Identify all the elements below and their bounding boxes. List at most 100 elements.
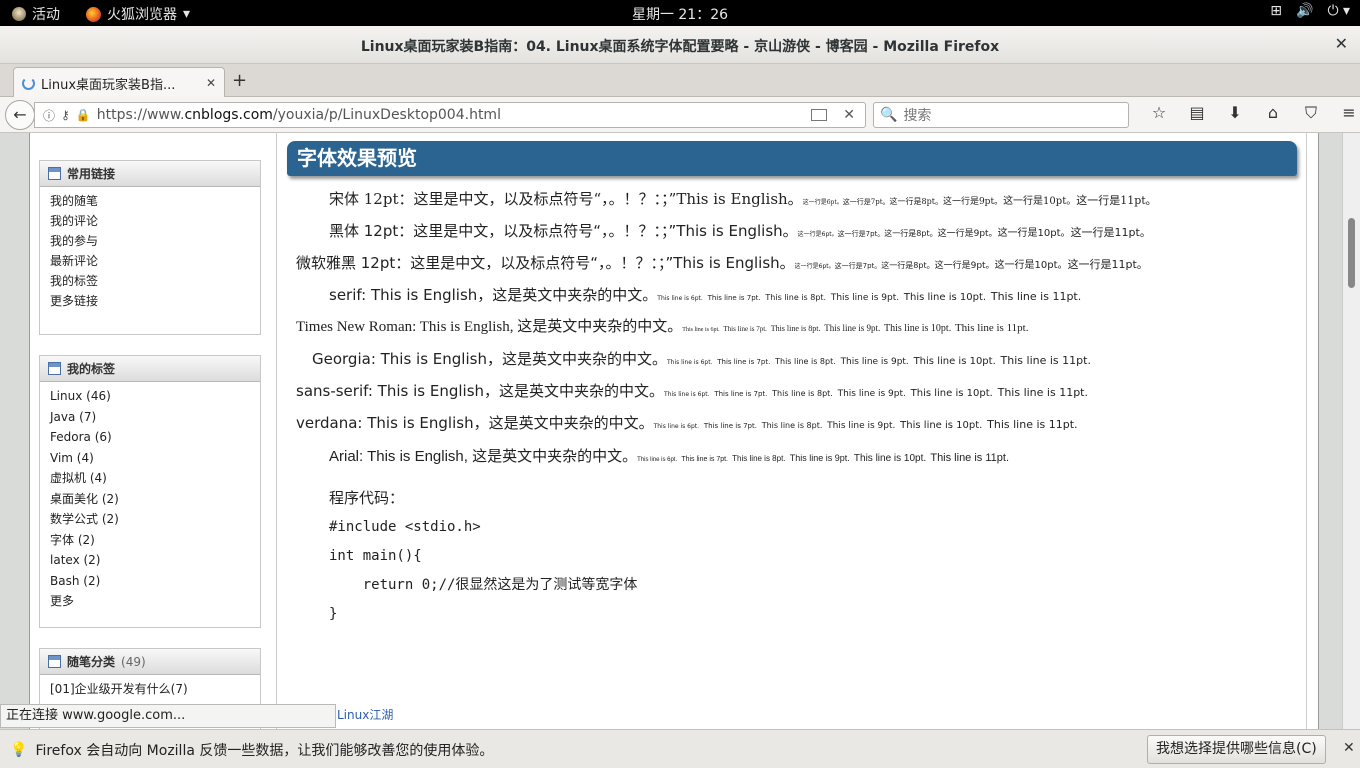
window-title-bar: Linux桌面玩家装B指南：04. Linux桌面系统字体配置要略 - 京山游侠…	[0, 26, 1360, 64]
sidebar-link[interactable]: 最新评论	[50, 251, 250, 271]
network-icon[interactable]: ⊞	[1270, 3, 1282, 19]
tag-link[interactable]: Java (7)	[50, 407, 250, 428]
size-9pt: This line is 9pt.	[837, 389, 906, 399]
size-8pt: 这一行是8pt。	[881, 261, 935, 270]
info-icon[interactable]: ⓘ	[43, 107, 55, 124]
tag-link[interactable]: Vim (4)	[50, 448, 250, 469]
notification-message: Firefox 会自动向 Mozilla 反馈一些数据，让我们能够改善您的使用体…	[35, 743, 494, 759]
size-7pt: 这一行是7pt。	[837, 230, 885, 238]
size-11pt: 这一行是11pt。	[1067, 258, 1148, 271]
size-6pt: This line is 6pt.	[653, 423, 700, 430]
sidebar-link[interactable]: 我的参与	[50, 231, 250, 251]
tag-link[interactable]: latex (2)	[50, 550, 250, 571]
size-11pt: This line is 11pt.	[987, 418, 1078, 431]
url-text[interactable]: https://www.cnblogs.com/youxia/p/LinuxDe…	[97, 107, 806, 123]
activities-label: 活动	[32, 7, 60, 23]
size-6pt: This line is 6pt.	[664, 391, 710, 398]
notification-close-icon[interactable]: ✕	[1343, 740, 1355, 756]
tag-more-link[interactable]: 更多	[50, 591, 250, 612]
preview-text: 微软雅黑 12pt：这里是中文，以及标点符号“，。！？：；”This is En…	[296, 254, 795, 272]
tag-link[interactable]: 虚拟机 (4)	[50, 468, 250, 489]
sidebar-link[interactable]: 我的随笔	[50, 191, 250, 211]
preview-text: Arial: This is English, 这是英文中夹杂的中文。	[329, 448, 638, 465]
bookmark-star-icon[interactable]: ☆	[1140, 103, 1178, 123]
code-line: #include <stdio.h>	[329, 519, 481, 535]
calendar-icon	[48, 362, 61, 375]
page-gutter-right	[1318, 133, 1342, 729]
sidebar-links-box: 常用链接 我的随笔 我的评论 我的参与 最新评论 我的标签 更多链接	[39, 160, 261, 335]
calendar-icon	[48, 167, 61, 180]
pocket-icon[interactable]: ⛉	[1292, 103, 1330, 123]
sidebar-link[interactable]: 更多链接	[50, 291, 250, 311]
back-button[interactable]: ←	[5, 100, 35, 130]
size-10pt: This line is 10pt.	[903, 292, 987, 303]
app-menu[interactable]: 火狐浏览器 ▾	[86, 4, 190, 24]
home-icon[interactable]: ⌂	[1254, 103, 1292, 123]
lightbulb-icon: 💡	[10, 742, 28, 758]
system-tray[interactable]: ⊞ 🔊 ⏻ ▾	[1270, 3, 1350, 19]
loading-spinner-icon	[22, 76, 35, 90]
tag-link[interactable]: Bash (2)	[50, 571, 250, 592]
scrollbar-thumb[interactable]	[1348, 218, 1355, 288]
downloads-icon[interactable]: ⬇	[1216, 103, 1254, 123]
url-bar[interactable]: ⓘ ⚷ 🔒 https://www.cnblogs.com/youxia/p/L…	[34, 102, 866, 128]
size-8pt: This line is 8pt.	[732, 454, 786, 463]
song-preview: 宋体 12pt：这里是中文，以及标点符号“，。！？：；”This is Engl…	[296, 185, 1256, 217]
url-domain: cnblogs.com	[184, 107, 273, 123]
sidebar-links-header: 常用链接	[40, 161, 260, 187]
size-9pt: This line is 9pt.	[827, 421, 896, 431]
code-block: #include <stdio.h> int main(){ return 0;/…	[296, 513, 1256, 629]
preview-text: 宋体 12pt：这里是中文，以及标点符号“，。！？：；”This is Engl…	[329, 190, 803, 208]
search-placeholder: 搜索	[903, 108, 932, 124]
size-9pt: This line is 9pt.	[824, 323, 881, 333]
size-7pt: 这一行是7pt。	[842, 198, 890, 206]
size-9pt: This line is 9pt.	[840, 357, 909, 367]
vertical-scrollbar[interactable]	[1342, 133, 1360, 729]
size-7pt: This line is 7pt.	[707, 294, 761, 302]
tag-link[interactable]: 数学公式 (2)	[50, 509, 250, 530]
sidebar-link[interactable]: 我的评论	[50, 211, 250, 231]
tag-link[interactable]: 桌面美化 (2)	[50, 489, 250, 510]
choose-data-button[interactable]: 我想选择提供哪些信息(C)	[1147, 735, 1326, 764]
url-path: /youxia/p/LinuxDesktop004.html	[272, 107, 501, 123]
url-prefix: https://www.	[96, 107, 185, 123]
tab-active[interactable]: Linux桌面玩家装B指... ✕	[13, 67, 225, 98]
sidebar-categories-header: 随笔分类 (49)	[40, 649, 260, 675]
activities-button[interactable]: 活动	[12, 4, 60, 24]
stop-loading-icon[interactable]: ✕	[843, 107, 855, 123]
category-link[interactable]: [01]企业级开发有什么(7)	[50, 679, 250, 699]
tag-link[interactable]: Linux (46)	[50, 386, 250, 407]
power-icon[interactable]: ⏻ ▾	[1327, 3, 1350, 19]
hamburger-menu-icon[interactable]: ≡	[1330, 103, 1360, 123]
size-6pt: This line is 6pt.	[657, 295, 703, 302]
new-tab-icon[interactable]: +	[232, 70, 247, 91]
category-link-bottom[interactable]: Linux江湖	[337, 706, 393, 723]
search-icon: 🔍	[880, 107, 898, 123]
code-line: return 0;//很显然这是为了测试等宽字体	[329, 577, 638, 593]
clock[interactable]: 星期一 21：26	[632, 7, 728, 23]
size-8pt: 这一行是8pt。	[884, 229, 938, 238]
bookmarks-list-icon[interactable]: ▤	[1178, 103, 1216, 123]
sans-serif-preview: sans-serif: This is English，这是英文中夹杂的中文。T…	[296, 377, 1256, 409]
sidebar-link[interactable]: 我的标签	[50, 271, 250, 291]
tab-close-icon[interactable]: ✕	[206, 76, 216, 90]
key-icon[interactable]: ⚷	[61, 108, 70, 122]
size-11pt: 这一行是11pt。	[1070, 226, 1151, 239]
page-viewport[interactable]: 常用链接 我的随笔 我的评论 我的参与 最新评论 我的标签 更多链接 我的标签 …	[0, 133, 1360, 729]
size-11pt: This line is 11pt.	[990, 290, 1082, 303]
dropdown-arrow-icon: ▾	[183, 6, 191, 22]
reader-view-icon[interactable]	[811, 109, 828, 121]
notification-bar: 💡 Firefox 会自动向 Mozilla 反馈一些数据，让我们能够改善您的使…	[0, 729, 1360, 768]
size-10pt: This line is 10pt.	[883, 323, 952, 334]
size-7pt: This line is 7pt.	[703, 422, 757, 430]
sidebar-tags-title: 我的标签	[67, 362, 116, 376]
tag-link[interactable]: Fedora (6)	[50, 427, 250, 448]
search-bar[interactable]: 🔍 搜索	[873, 102, 1129, 128]
volume-icon[interactable]: 🔊	[1296, 3, 1313, 19]
size-7pt: This line is 7pt.	[681, 456, 728, 463]
serif-preview: serif: This is English，这是英文中夹杂的中文。This l…	[296, 281, 1256, 313]
tag-link[interactable]: 字体 (2)	[50, 530, 250, 551]
sidebar-tags-header: 我的标签	[40, 356, 260, 382]
lock-icon[interactable]: 🔒	[76, 108, 91, 122]
window-close-icon[interactable]: ✕	[1335, 34, 1348, 53]
